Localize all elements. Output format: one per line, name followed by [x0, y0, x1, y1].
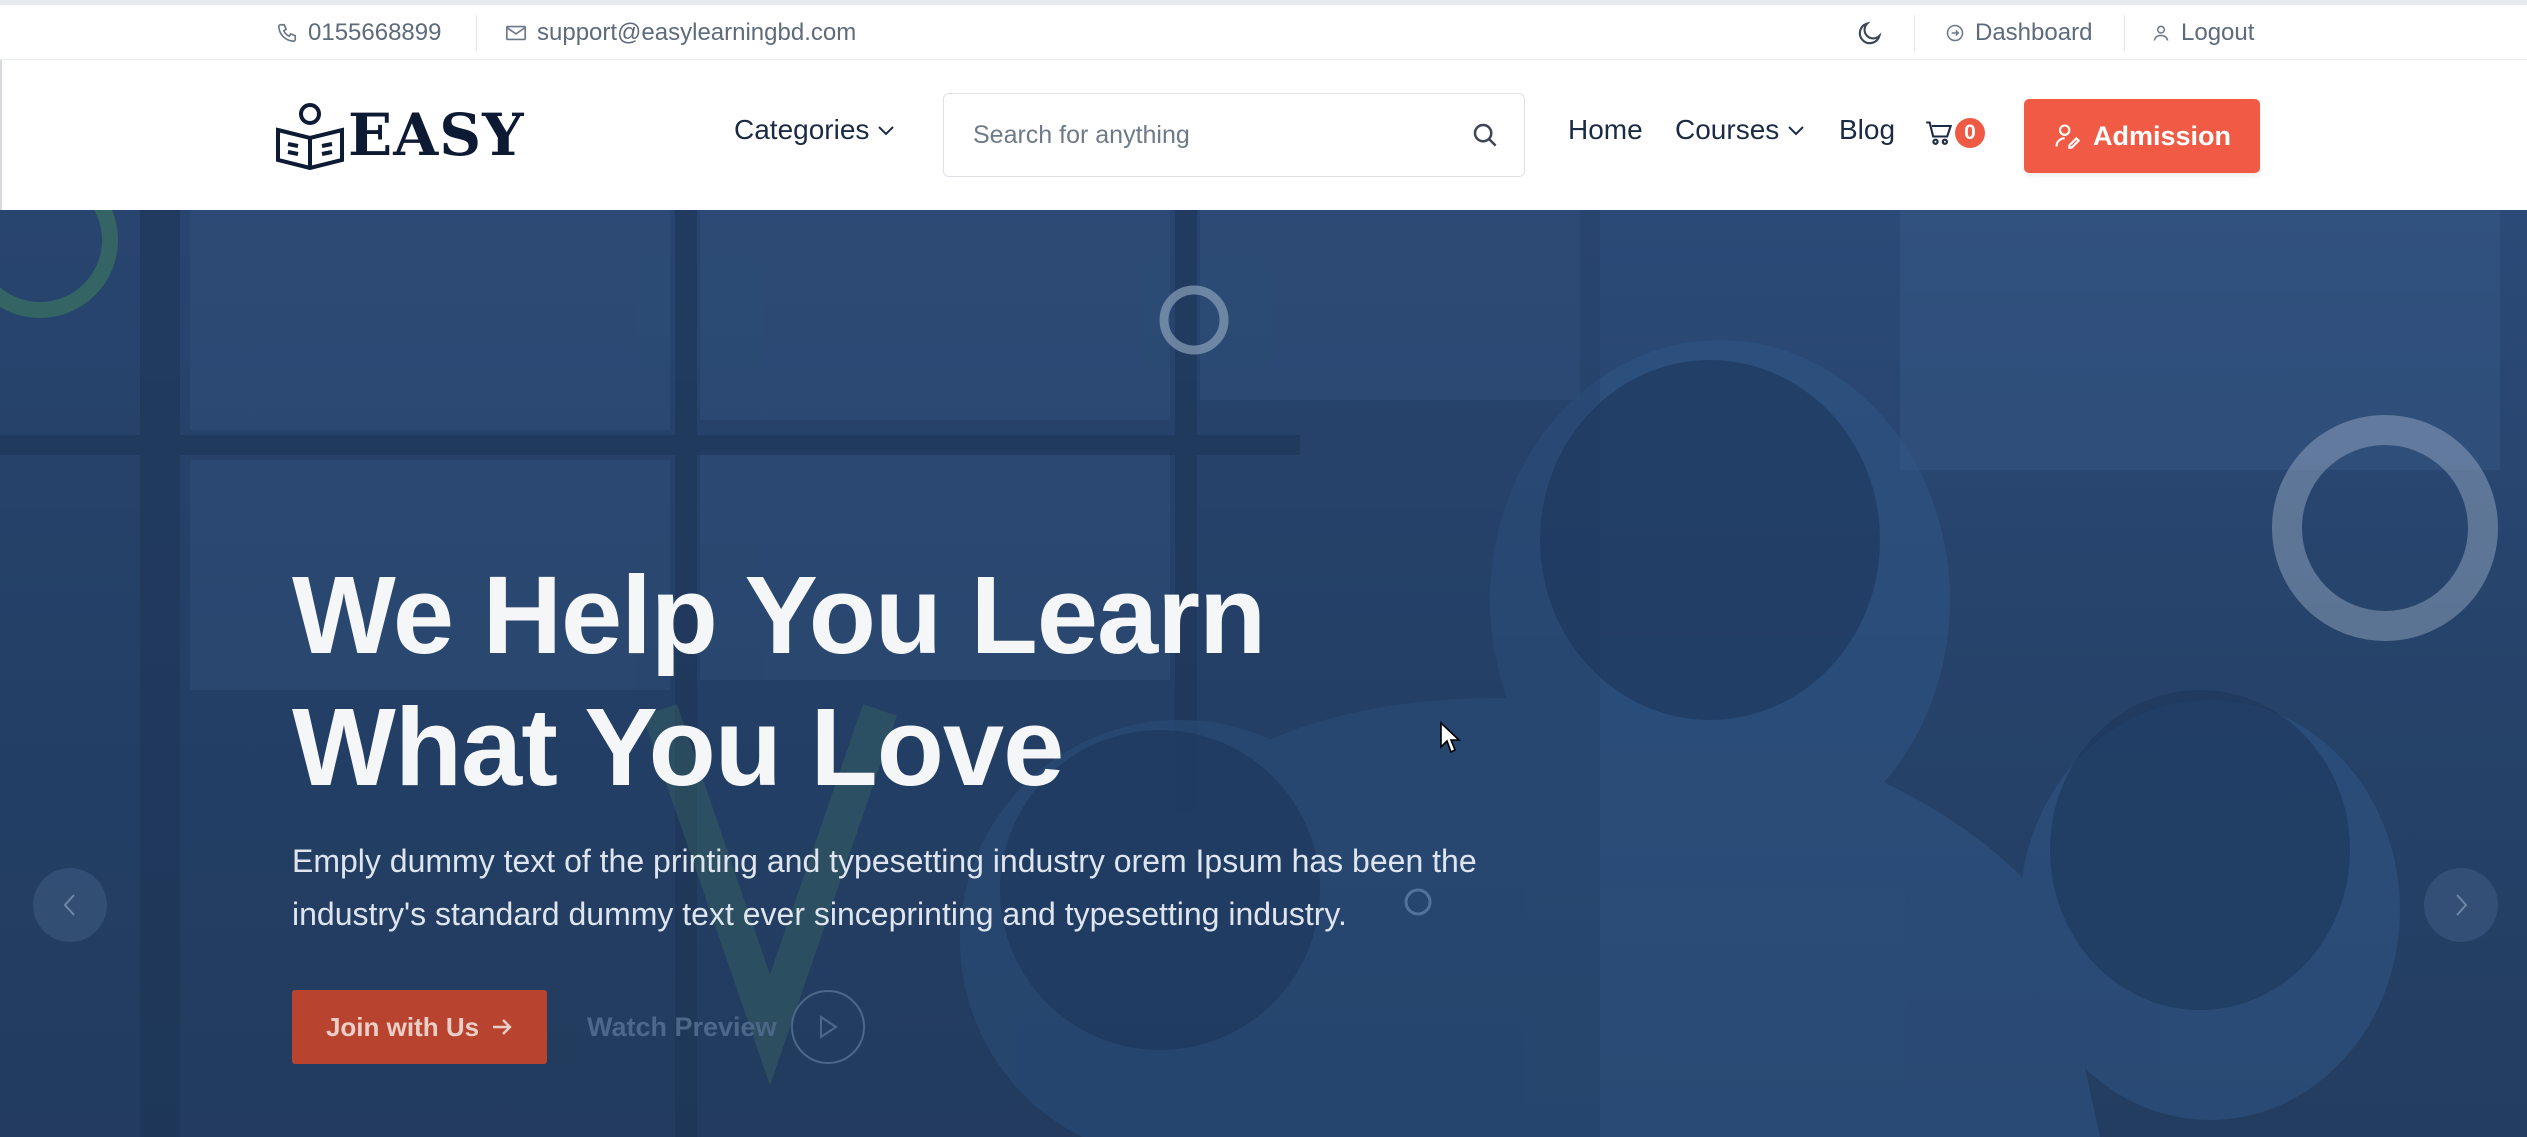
mail-icon [506, 25, 526, 40]
logout-label: Logout [2181, 18, 2255, 46]
hero-title-line: We Help You Learn [292, 554, 1266, 677]
hero-subtitle-line: industry's standard dummy text ever sinc… [292, 896, 1347, 932]
logo-text: EASY [348, 101, 525, 169]
user-edit-icon [2055, 124, 2081, 149]
reading-person-logo-icon [276, 103, 344, 170]
nav-home[interactable]: Home [1568, 114, 1643, 146]
admission-button[interactable]: Admission [2024, 99, 2260, 173]
slider-next-button[interactable] [2424, 868, 2498, 942]
arrow-right-icon [493, 1019, 512, 1035]
dashboard-label: Dashboard [1975, 18, 2093, 46]
nav-blog[interactable]: Blog [1839, 114, 1895, 146]
join-label: Join with Us [325, 1011, 480, 1042]
dark-mode-toggle[interactable] [1856, 5, 1894, 60]
nav-courses-label: Courses [1675, 114, 1780, 145]
user-icon [2153, 25, 2169, 41]
hero-subtitle-line: Emply dummy text of the printing and typ… [292, 843, 1477, 879]
cart-button[interactable]: 0 [1925, 118, 1985, 148]
divider [476, 15, 477, 51]
phone-icon [277, 23, 297, 42]
chevron-left-icon [63, 894, 75, 916]
divider [1914, 15, 1915, 51]
login-icon [1946, 24, 1964, 41]
nav-blog-label: Blog [1839, 114, 1896, 145]
search-icon[interactable] [1470, 120, 1500, 150]
logout-link[interactable]: Logout [2151, 5, 2254, 60]
search-input[interactable] [971, 119, 1435, 151]
categories-label: Categories [734, 114, 870, 145]
join-with-us-button[interactable]: Join with Us [292, 990, 547, 1064]
chevron-down-icon [1788, 126, 1804, 136]
site-logo[interactable]: EASY [274, 100, 525, 170]
hero-title: We Help You Learn What You Love [292, 550, 1792, 814]
nav-home-label: Home [1568, 114, 1643, 145]
play-button[interactable] [790, 990, 865, 1064]
moon-icon [1858, 21, 1882, 44]
search-bar [943, 93, 1525, 177]
chevron-down-icon [878, 126, 895, 136]
top-info-bar: 0155668899 support@easylearningbd.com Da… [0, 0, 2527, 60]
hero-slider: We Help You Learn What You Love Emply du… [0, 210, 2527, 1137]
phone-number: 0155668899 [308, 18, 442, 46]
dashboard-link[interactable]: Dashboard [1945, 5, 2092, 60]
email-contact[interactable]: support@easylearningbd.com [505, 5, 856, 60]
cart-count-badge: 0 [1955, 118, 1985, 148]
main-header: EASY Categories Home Courses Blog 0 Admi… [0, 60, 2527, 210]
categories-dropdown[interactable]: Categories [734, 114, 895, 146]
watch-preview-label: Watch Preview [587, 1011, 777, 1042]
slider-prev-button[interactable] [33, 868, 107, 942]
cart-icon [1926, 121, 1953, 145]
divider [2124, 15, 2125, 51]
nav-courses[interactable]: Courses [1675, 114, 1805, 146]
watch-preview-button[interactable]: Watch Preview [587, 990, 865, 1064]
mouse-cursor-icon [1440, 721, 1461, 754]
admission-label: Admission [2092, 120, 2232, 151]
email-address: support@easylearningbd.com [537, 18, 857, 46]
hero-title-line: What You Love [292, 686, 1064, 809]
play-icon [819, 1015, 838, 1039]
phone-contact[interactable]: 0155668899 [276, 5, 441, 60]
hero-subtitle: Emply dummy text of the printing and typ… [292, 835, 1592, 941]
chevron-right-icon [2456, 894, 2468, 916]
